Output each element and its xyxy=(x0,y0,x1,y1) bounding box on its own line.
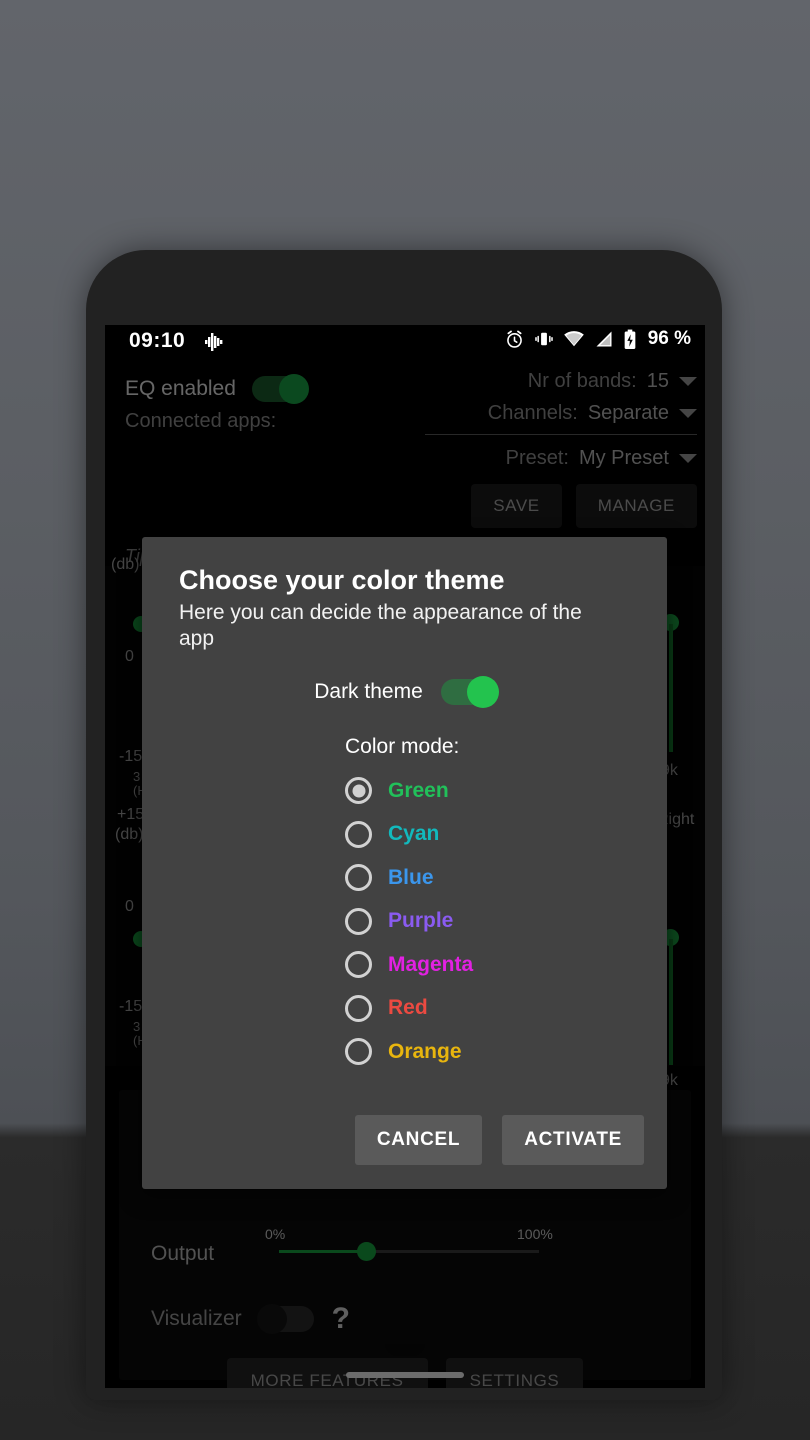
color-option-green[interactable]: Green xyxy=(345,769,473,813)
activate-button[interactable]: ACTIVATE xyxy=(502,1115,644,1165)
color-option-red[interactable]: Red xyxy=(345,987,473,1031)
color-option-label: Magenta xyxy=(388,952,474,976)
color-theme-dialog: Choose your color theme Here you can dec… xyxy=(142,537,667,1189)
dialog-subtitle: Here you can decide the appearance of th… xyxy=(179,601,582,651)
dark-theme-row: Dark theme xyxy=(142,676,667,708)
radio-button-green[interactable] xyxy=(345,777,372,805)
color-option-blue[interactable]: Blue xyxy=(345,856,473,900)
color-option-label: Red xyxy=(388,996,428,1020)
alarm-icon xyxy=(506,330,522,348)
phone-screen: 09:10 96 % Choose your color theme Here … xyxy=(105,325,705,1388)
radio-button-blue[interactable] xyxy=(345,864,372,892)
cancel-button[interactable]: CANCEL xyxy=(354,1115,483,1165)
radio-button-red[interactable] xyxy=(345,994,372,1022)
radio-button-orange[interactable] xyxy=(345,1038,372,1066)
dialog-title: Choose your color theme xyxy=(179,565,505,595)
status-bar-icons: 96 % xyxy=(504,328,691,350)
status-bar-clock: 09:10 xyxy=(129,329,186,352)
vibrate-icon xyxy=(534,332,553,346)
color-mode-label: Color mode: xyxy=(345,735,460,758)
dark-theme-toggle[interactable] xyxy=(440,676,499,708)
dialog-actions: CANCEL ACTIVATE xyxy=(354,1115,644,1165)
color-option-orange[interactable]: Orange xyxy=(345,1030,473,1074)
color-option-label: Purple xyxy=(388,909,454,933)
app-waveform-icon xyxy=(205,333,223,351)
color-option-cyan[interactable]: Cyan xyxy=(345,813,473,857)
radio-button-cyan[interactable] xyxy=(345,820,372,848)
battery-charging-icon xyxy=(624,329,636,349)
color-option-label: Blue xyxy=(388,865,434,889)
screenshot-stage: 09:10 96 % Choose your color theme Here … xyxy=(0,0,810,1440)
color-option-label: Green xyxy=(388,778,449,802)
dark-theme-label: Dark theme xyxy=(314,680,423,703)
radio-button-magenta[interactable] xyxy=(345,951,372,979)
status-bar: 09:10 96 % xyxy=(105,325,705,358)
battery-percent: 96 % xyxy=(647,328,691,349)
color-option-label: Cyan xyxy=(388,822,440,846)
radio-button-purple[interactable] xyxy=(345,907,372,935)
signal-icon xyxy=(596,331,612,347)
color-option-purple[interactable]: Purple xyxy=(345,900,473,944)
color-option-magenta[interactable]: Magenta xyxy=(345,943,473,987)
color-mode-radio-group: Green Cyan Blue Purple Magenta Red Orange xyxy=(345,769,473,1074)
wifi-icon xyxy=(563,331,584,347)
color-option-label: Orange xyxy=(388,1039,462,1063)
